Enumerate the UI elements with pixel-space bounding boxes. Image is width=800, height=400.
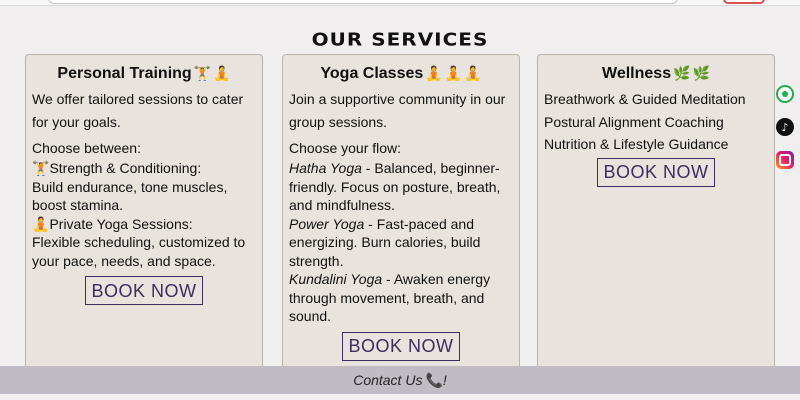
option-heading: 🧘Private Yoga Sessions: xyxy=(32,215,193,232)
yoga-icon: 🧘 xyxy=(32,215,50,232)
card-title: Yoga Classes 🧘 🧘 🧘 xyxy=(289,63,513,84)
option-private-yoga: 🧘Private Yoga Sessions: Flexible schedul… xyxy=(32,215,256,271)
yoga-icon: 🧘 xyxy=(425,65,443,81)
wellness-item: Nutrition & Lifestyle Guidance xyxy=(544,136,729,152)
contact-label[interactable]: Contact Us xyxy=(353,372,422,388)
card-intro: We offer tailored sessions to cater for … xyxy=(32,91,244,130)
option-description: Build endurance, tone muscles, boost sta… xyxy=(32,178,228,214)
flow-name: Hatha Yoga xyxy=(289,160,362,176)
choose-label: Choose your flow: xyxy=(289,140,402,156)
flow-name: Kundalini Yoga xyxy=(289,271,383,287)
wellness-item: Postural Alignment Coaching xyxy=(544,113,724,130)
choose-label: Choose between: xyxy=(32,140,141,156)
option-strength: 🏋Strength & Conditioning: Build enduranc… xyxy=(32,159,256,215)
yoga-icon: 🧘 xyxy=(213,65,231,81)
instagram-icon[interactable] xyxy=(776,151,794,169)
leaf-icon: 🌿 xyxy=(692,65,710,81)
dumbbell-icon: 🏋 xyxy=(32,160,50,176)
yoga-icon: 🧘 xyxy=(444,65,463,81)
phone-icon: 📞 xyxy=(425,372,443,388)
option-heading: 🏋Strength & Conditioning: xyxy=(32,160,202,176)
section-title: OUR SERVICES xyxy=(311,28,489,50)
card-yoga-classes: Yoga Classes 🧘 🧘 🧘 Join a supportive commun… xyxy=(282,54,520,374)
card-personal-training: Personal Training 🏋 🧘 We offer tailored se… xyxy=(25,54,263,374)
wellness-item: Breathwork & Guided Meditation xyxy=(544,91,746,107)
card-title: Wellness 🌿 🌿 xyxy=(544,63,768,84)
card-intro: Join a supportive community in our group… xyxy=(289,91,506,130)
address-bar[interactable] xyxy=(48,0,678,4)
card-wellness: Wellness 🌿 🌿 Breathwork & Guided Meditatio… xyxy=(537,54,775,374)
browser-toolbar-strip xyxy=(0,0,800,6)
flow-kundalini: Kundalini Yoga - Awaken energy through m… xyxy=(289,270,513,326)
option-description: Flexible scheduling, customized to your … xyxy=(32,234,246,269)
book-now-button[interactable]: BOOK NOW xyxy=(597,157,715,187)
card-title-text: Personal Training xyxy=(57,65,192,82)
yoga-icon: 🧘 xyxy=(464,65,482,81)
browser-profile-button[interactable] xyxy=(723,0,765,4)
dumbbell-icon: 🏋 xyxy=(193,65,212,81)
book-now-button[interactable]: BOOK NOW xyxy=(342,331,460,361)
card-title: Personal Training 🏋 🧘 xyxy=(32,63,256,84)
card-title-text: Wellness xyxy=(602,65,672,82)
flow-hatha: Hatha Yoga - Balanced, beginner-friendly… xyxy=(289,159,513,215)
whatsapp-icon[interactable] xyxy=(776,85,794,103)
card-title-text: Yoga Classes xyxy=(320,65,424,82)
leaf-icon: 🌿 xyxy=(673,65,691,81)
book-now-button[interactable]: BOOK NOW xyxy=(85,276,203,305)
contact-suffix: ! xyxy=(442,372,447,388)
contact-footer[interactable]: Contact Us 📞! xyxy=(0,366,800,394)
page-bottom-strip xyxy=(0,394,800,400)
tiktok-icon[interactable]: ♪ xyxy=(776,118,794,136)
flow-name: Power Yoga xyxy=(289,215,365,232)
flow-power: Power Yoga - Fast-paced and energizing. … xyxy=(289,215,513,271)
